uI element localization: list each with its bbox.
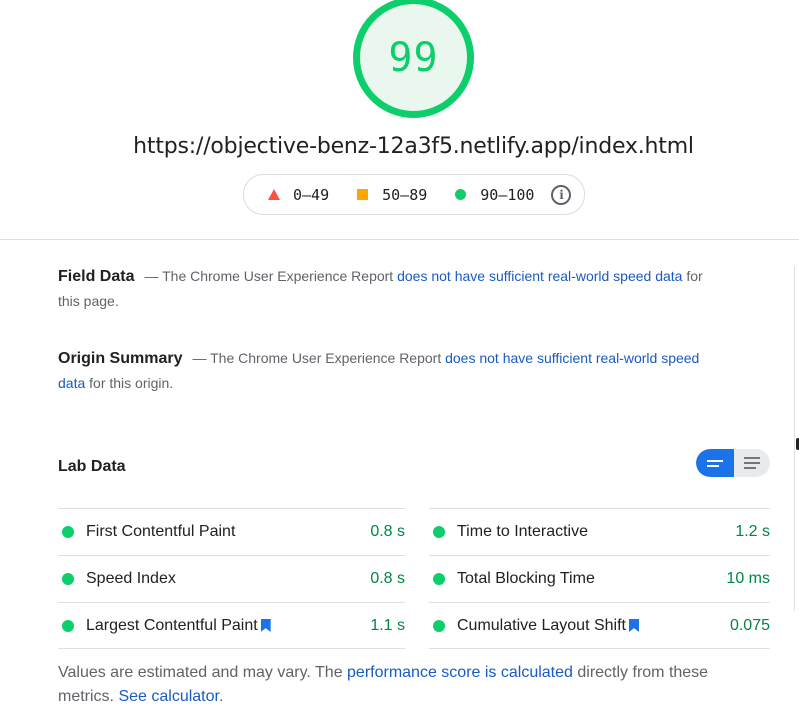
field-data-heading: Field Data bbox=[58, 268, 135, 285]
metric-value: 0.8 s bbox=[370, 570, 405, 587]
metrics-footnote: Values are estimated and may vary. The p… bbox=[58, 661, 758, 709]
metric-label-text: Time to Interactive bbox=[457, 523, 589, 540]
lab-data-heading: Lab Data bbox=[58, 458, 126, 475]
legend-pass: 90–100 bbox=[455, 186, 534, 204]
performance-score: 99 bbox=[388, 34, 439, 81]
metric-value: 1.1 s bbox=[370, 616, 405, 634]
metric-label: Speed Index bbox=[86, 570, 370, 588]
performance-score-gauge: 99 bbox=[353, 0, 474, 118]
metric-value: 0.8 s bbox=[370, 523, 405, 540]
metric-label: Cumulative Layout Shift bbox=[457, 617, 730, 635]
metric-label-text: Cumulative Layout Shift bbox=[457, 616, 626, 634]
metric-value: 1.2 s bbox=[735, 523, 770, 540]
field-data-prefix: — The Chrome User Experience Report bbox=[144, 268, 398, 284]
score-calculation-link[interactable]: performance score is calculated bbox=[347, 664, 573, 681]
expanded-view-button[interactable] bbox=[734, 449, 770, 477]
metric-value: 0.075 bbox=[729, 616, 770, 634]
metric-label: Largest Contentful Paint bbox=[86, 617, 370, 635]
pass-circle-icon bbox=[62, 573, 74, 585]
metric-largest-contentful-paint: Largest Contentful Paint 1.1 s bbox=[58, 602, 405, 649]
score-legend: 0–49 50–89 90–100 i bbox=[243, 174, 585, 215]
square-icon bbox=[357, 189, 369, 200]
field-data-link[interactable]: does not have sufficient real-world spee… bbox=[397, 268, 682, 284]
origin-summary-prefix: — The Chrome User Experience Report bbox=[192, 350, 446, 366]
bookmark-icon[interactable] bbox=[260, 619, 271, 632]
metric-label-text: First Contentful Paint bbox=[86, 523, 236, 540]
metric-value: 10 ms bbox=[726, 570, 770, 587]
metric-speed-index: Speed Index 0.8 s bbox=[58, 555, 405, 602]
origin-summary-suffix: for this origin. bbox=[85, 375, 174, 391]
metric-label: First Contentful Paint bbox=[86, 523, 370, 541]
legend-fail-label: 0–49 bbox=[293, 185, 330, 204]
triangle-icon bbox=[268, 189, 280, 200]
see-calculator-link[interactable]: See calculator bbox=[118, 688, 219, 705]
origin-summary: Origin Summary — The Chrome User Experien… bbox=[58, 346, 718, 396]
metric-label-text: Largest Contentful Paint bbox=[86, 616, 258, 634]
legend-average: 50–89 bbox=[357, 186, 427, 204]
metric-first-contentful-paint: First Contentful Paint 0.8 s bbox=[58, 508, 405, 555]
circle-icon bbox=[455, 189, 467, 200]
pass-circle-icon bbox=[433, 619, 445, 632]
legend-fail: 0–49 bbox=[268, 186, 329, 204]
footnote-prefix: Values are estimated and may vary. The bbox=[58, 664, 348, 681]
footnote-suffix: . bbox=[218, 688, 224, 705]
pass-circle-icon bbox=[433, 573, 445, 585]
legend-average-label: 50–89 bbox=[382, 185, 428, 204]
compact-view-button[interactable] bbox=[696, 449, 734, 477]
metric-label: Time to Interactive bbox=[457, 523, 735, 541]
legend-pass-label: 90–100 bbox=[480, 185, 535, 204]
metric-cumulative-layout-shift: Cumulative Layout Shift 0.075 bbox=[429, 602, 770, 649]
metric-time-to-interactive: Time to Interactive 1.2 s bbox=[429, 508, 770, 555]
bookmark-icon[interactable] bbox=[628, 619, 639, 632]
metric-label-text: Speed Index bbox=[86, 570, 176, 587]
field-data-summary: Field Data — The Chrome User Experience R… bbox=[58, 264, 718, 314]
pass-circle-icon bbox=[433, 526, 445, 538]
pass-circle-icon bbox=[62, 619, 74, 632]
side-panel-edge bbox=[794, 266, 795, 611]
metrics-column-left: First Contentful Paint 0.8 s Speed Index… bbox=[58, 508, 405, 649]
metric-label-text: Total Blocking Time bbox=[457, 570, 595, 587]
info-icon[interactable]: i bbox=[551, 184, 572, 205]
origin-summary-heading: Origin Summary bbox=[58, 350, 183, 367]
metric-label: Total Blocking Time bbox=[457, 570, 726, 588]
metrics-view-toggle[interactable] bbox=[696, 449, 770, 477]
section-divider bbox=[0, 239, 799, 240]
tested-url: https://objective-benz-12a3f5.netlify.ap… bbox=[133, 134, 694, 159]
metrics-column-right: Time to Interactive 1.2 s Total Blocking… bbox=[429, 508, 770, 649]
pass-circle-icon bbox=[62, 526, 74, 538]
metric-total-blocking-time: Total Blocking Time 10 ms bbox=[429, 555, 770, 602]
